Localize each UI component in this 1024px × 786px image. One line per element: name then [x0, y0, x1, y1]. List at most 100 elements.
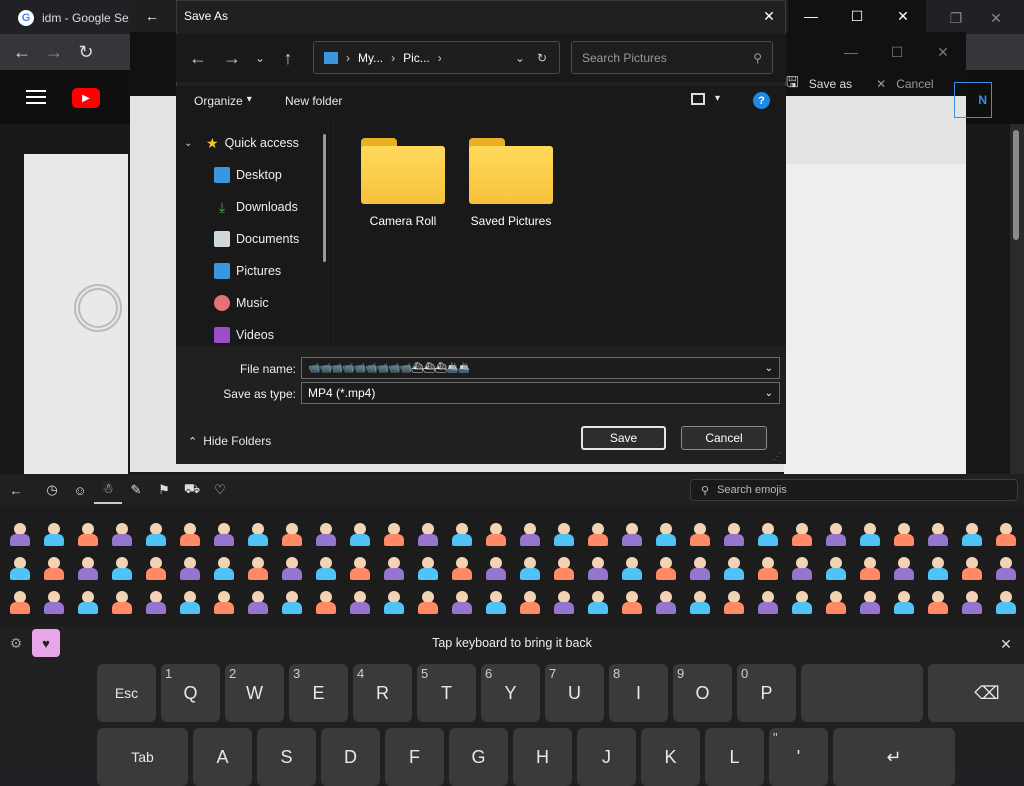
emoji-item[interactable] [344, 518, 376, 550]
emoji-item[interactable] [72, 586, 104, 618]
key-o[interactable]: 9O [673, 664, 732, 722]
emoji-item[interactable] [38, 586, 70, 618]
emoji-item[interactable] [786, 586, 818, 618]
emoji-item[interactable] [4, 586, 36, 618]
emoji-item[interactable] [786, 552, 818, 584]
emoji-item[interactable] [820, 586, 852, 618]
emoji-item[interactable] [854, 552, 886, 584]
emoji-item[interactable] [616, 518, 648, 550]
food-icon[interactable]: ⚑ [150, 476, 178, 504]
key-w[interactable]: 2W [225, 664, 284, 722]
organize-button[interactable]: Organize [194, 94, 243, 108]
emoji-item[interactable] [752, 518, 784, 550]
file-name-field[interactable]: 📹📹📹📹📹📹📹📹📹⛴⛴⛴🚢🚢 ⌄ [301, 357, 780, 379]
recent-locations-icon[interactable]: ⌄ [246, 44, 274, 72]
emoji-item[interactable] [752, 552, 784, 584]
emoji-item[interactable] [310, 518, 342, 550]
emoji-item[interactable] [106, 586, 138, 618]
emoji-item[interactable] [752, 586, 784, 618]
emoji-item[interactable] [514, 586, 546, 618]
close-icon[interactable]: ✕ [880, 0, 926, 32]
key-punct[interactable]: ↵ [833, 728, 955, 786]
emoji-item[interactable] [4, 552, 36, 584]
key-p[interactable]: 0P [737, 664, 796, 722]
save-type-select[interactable]: MP4 (*.mp4) ⌄ [301, 382, 780, 404]
emoji-item[interactable] [140, 552, 172, 584]
emoji-item[interactable] [582, 552, 614, 584]
nav-item-videos[interactable]: Videos [214, 321, 333, 346]
emoji-item[interactable] [548, 518, 580, 550]
chevron-down-icon[interactable]: ▾ [715, 93, 720, 104]
key-k[interactable]: K [641, 728, 700, 786]
nav-item-quick-access[interactable]: ⌄ ★ Quick access [184, 129, 333, 157]
reload-icon[interactable]: ↻ [72, 38, 100, 66]
back-icon[interactable]: ← [184, 44, 212, 72]
emoji-item[interactable] [412, 586, 444, 618]
emoji-item[interactable] [684, 552, 716, 584]
emoji-item[interactable] [208, 518, 240, 550]
key-punct[interactable]: " ' [769, 728, 828, 786]
emoji-item[interactable] [276, 552, 308, 584]
emoji-item[interactable] [650, 586, 682, 618]
emoji-item[interactable] [276, 586, 308, 618]
emoji-item[interactable] [208, 552, 240, 584]
maximize-icon[interactable]: ☐ [874, 36, 920, 68]
emoji-item[interactable] [786, 518, 818, 550]
emoji-item[interactable] [854, 586, 886, 618]
help-icon[interactable]: ? [753, 92, 770, 109]
back-icon[interactable]: ← [2, 476, 30, 504]
emoji-item[interactable] [718, 586, 750, 618]
emoji-search-input[interactable]: ⚲ Search emojis [690, 479, 1018, 501]
view-icon[interactable] [691, 93, 705, 105]
search-input[interactable]: Search Pictures ⚲ [571, 41, 773, 74]
key-blank[interactable] [801, 664, 923, 722]
emoji-item[interactable] [446, 552, 478, 584]
emoji-item[interactable] [344, 552, 376, 584]
maximize-icon[interactable]: ☐ [834, 0, 880, 32]
chevron-down-icon[interactable]: ⌄ [184, 138, 200, 149]
chevron-down-icon[interactable]: ⌄ [765, 363, 773, 374]
minimize-icon[interactable]: — [828, 36, 874, 68]
nav-item-documents[interactable]: Documents 📌 [214, 225, 333, 253]
emoji-item[interactable] [956, 552, 988, 584]
emoji-item[interactable] [446, 518, 478, 550]
emoji-item[interactable] [616, 586, 648, 618]
celebration-icon[interactable]: ✎ [122, 476, 150, 504]
emoji-item[interactable] [140, 586, 172, 618]
emoji-item[interactable] [140, 518, 172, 550]
emoji-item[interactable] [310, 552, 342, 584]
address-bar[interactable]: › My... › Pic... › ⌄ ↻ [313, 41, 560, 74]
emoji-item[interactable] [548, 552, 580, 584]
emoji-item[interactable] [650, 552, 682, 584]
chevron-down-icon[interactable]: ⌄ [765, 388, 773, 399]
emoji-item[interactable] [208, 586, 240, 618]
emoji-item[interactable] [378, 552, 410, 584]
emoji-item[interactable] [990, 586, 1022, 618]
emoji-item[interactable] [174, 518, 206, 550]
breadcrumb-item[interactable]: My... [358, 51, 383, 65]
emoji-item[interactable] [242, 518, 274, 550]
emoji-item[interactable] [38, 518, 70, 550]
emoji-item[interactable] [820, 518, 852, 550]
key-g[interactable]: G [449, 728, 508, 786]
save-as-button[interactable]: Save as [809, 77, 852, 91]
people-icon[interactable]: ☃ [94, 476, 122, 504]
emoji-item[interactable] [106, 518, 138, 550]
emoji-item[interactable] [72, 518, 104, 550]
key-esc[interactable]: Esc [97, 664, 156, 722]
emoji-item[interactable] [514, 552, 546, 584]
refresh-icon[interactable]: ↻ [537, 51, 547, 65]
emoji-item[interactable] [412, 518, 444, 550]
key-l[interactable]: L [705, 728, 764, 786]
address-dropdown-icon[interactable]: ⌄ [515, 51, 525, 65]
nav-scrollbar[interactable] [323, 134, 326, 262]
nav-item-desktop[interactable]: Desktop 📌 [214, 161, 333, 189]
close-icon[interactable]: ✕ [996, 634, 1016, 654]
forward-icon[interactable]: → [40, 38, 68, 66]
nav-item-downloads[interactable]: ⤓ Downloads 📌 [214, 193, 333, 221]
emoji-item[interactable] [990, 552, 1022, 584]
emoji-item[interactable] [718, 518, 750, 550]
save-button[interactable]: Save [581, 426, 666, 450]
new-folder-button[interactable]: New folder [285, 94, 342, 108]
key-tab[interactable]: Tab [97, 728, 188, 786]
